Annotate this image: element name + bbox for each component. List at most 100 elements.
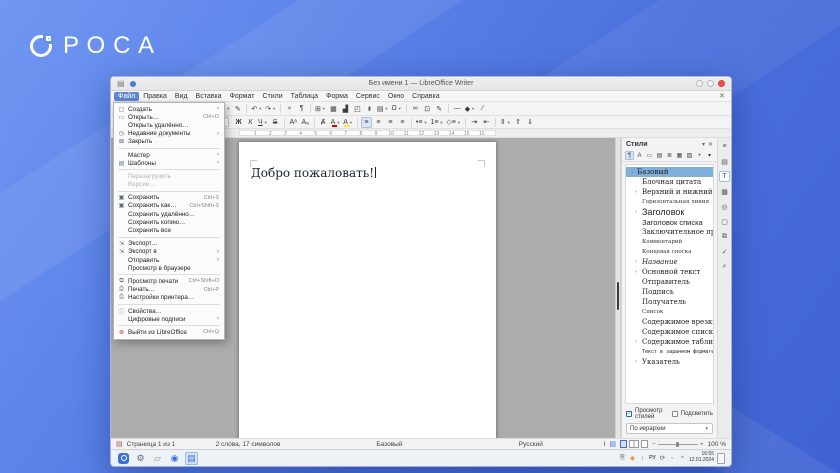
format-bold-icon[interactable]: Ж [233,117,244,128]
clipboard-tray-icon[interactable]: ⎘ [619,454,626,462]
zoom-slider[interactable]: − + [652,441,704,448]
styles-filter-select[interactable]: По иерархии ▼ [626,423,713,434]
document-text[interactable]: Добро пожаловать! [251,166,376,180]
file-menu-item-export-as[interactable]: ⇲Экспорт в› [114,248,224,256]
format-strikethrough-icon[interactable]: S [270,117,281,128]
file-menu-item-templates[interactable]: ▤Шаблоны› [114,159,224,167]
menu-Вид[interactable]: Вид [171,92,192,101]
toolbar-insert-comment-icon[interactable]: ⊡ [422,103,433,114]
zoom-level-label[interactable]: 100 % [708,441,726,448]
selection-mode-indicator[interactable]: I [604,441,606,448]
style-item[interactable]: ›Верхний и нижний колонтитулы [626,187,713,197]
expander-icon[interactable]: › [635,189,640,195]
style-item[interactable]: Содержимое врезки [626,317,713,327]
style-item[interactable]: ›Основной текст [626,267,713,277]
preview-checkbox[interactable]: ✓ [626,411,632,417]
zoom-thumb[interactable] [676,442,679,447]
updates-icon[interactable]: ↑ [639,455,646,462]
language-label[interactable]: Русский [462,441,599,448]
format-align-left-icon[interactable]: ≡ [361,117,372,128]
file-menu-item-open[interactable]: ▭Открыть…Ctrl+O [114,113,224,121]
toolbar-horizontal-line-icon[interactable]: — [452,103,463,114]
multi-page-view-icon[interactable] [629,440,639,448]
format-justify-icon[interactable]: ≡ [397,117,408,128]
file-menu-item-new[interactable]: ▢Создать› [114,105,224,113]
file-menu-item-print[interactable]: ⎙Печать…Ctrl+P [114,286,224,294]
minimize-button[interactable] [696,80,703,87]
security-shield-icon[interactable]: ◆ [629,454,636,462]
file-menu-item-properties[interactable]: ⓘСвойства… [114,307,224,315]
file-menu-item-export[interactable]: ⇲Экспорт… [114,240,224,248]
style-item[interactable]: Отправитель [626,277,713,287]
menu-Правка[interactable]: Правка [139,92,171,101]
expander-icon[interactable]: › [635,259,640,265]
toolbar-special-character-icon[interactable]: Ω▼ [390,103,402,114]
save-status-icon[interactable]: ▤ [609,440,616,448]
style-item[interactable]: ›Содержимое таблицы [626,337,713,347]
book-view-icon[interactable] [641,440,648,448]
format-unordered-list-icon[interactable]: •≡▼ [415,117,429,128]
toolbar-insert-image-icon[interactable]: ▦ [328,103,339,114]
style-item[interactable]: Концевая сноска [626,247,713,257]
close-button[interactable] [718,80,725,87]
file-manager-app-button[interactable]: ▱ [151,452,164,465]
style-item[interactable]: ›Указатель [626,357,713,367]
styles-actions-menu-icon[interactable]: ▾ [705,151,714,160]
sidebar-settings-icon[interactable]: ≡ [719,141,730,152]
menu-Вставка[interactable]: Вставка [192,92,226,101]
gallery-deck-icon[interactable]: ▦ [719,186,730,197]
file-menu-item-close[interactable]: ⊠Закрыть [114,138,224,146]
title-bar[interactable]: ▤ Без имени 1 — LibreOffice Writer [111,77,731,91]
toolbar-clone-formatting-icon[interactable]: ✎ [232,103,243,114]
file-menu-item-printer-settings[interactable]: ⎙Настройки принтера… [114,294,224,302]
page-count-label[interactable]: Страница 1 из 1 [127,441,176,448]
style-item[interactable]: ›Название [626,257,713,267]
toolbar-formatting-marks-icon[interactable]: ¶ [296,103,307,114]
format-decrease-indent-icon[interactable]: ⇤ [481,117,492,128]
zoom-out-icon[interactable]: − [652,441,656,448]
toolbar-find-replace-icon[interactable]: ⌕ [284,103,295,114]
format-line-spacing-icon[interactable]: ⇕▼ [499,117,512,128]
menu-Справка[interactable]: Справка [408,92,443,101]
file-menu-item-exit[interactable]: ⊗Выйти из LibreOfficeCtrl+Q [114,328,224,336]
properties-deck-icon[interactable]: ▤ [719,156,730,167]
menu-Стили[interactable]: Стили [258,92,286,101]
toolbar-redo-icon[interactable]: ↷▼ [264,103,277,114]
show-desktop-button[interactable] [717,453,725,464]
find-deck-icon[interactable]: ⌕ [719,261,730,272]
format-subscript-icon[interactable]: Aₐ [300,117,311,128]
file-menu-item-wizards[interactable]: Мастер› [114,151,224,159]
character-styles-icon[interactable]: A [635,151,644,160]
style-item[interactable]: Получатель [626,297,713,307]
paragraph-styles-icon[interactable]: ¶ [625,151,634,160]
menu-Сервис[interactable]: Сервис [352,92,384,101]
single-page-view-icon[interactable] [620,440,627,448]
style-item[interactable]: Заголовок списка [626,217,713,227]
file-menu-item-save-all[interactable]: Сохранить все [114,226,224,234]
frame-styles-icon[interactable]: ▭ [645,151,654,160]
style-item[interactable]: Комментарий [626,237,713,247]
fill-format-mode-icon[interactable]: ▨ [685,151,694,160]
toolbar-insert-textbox-icon[interactable]: ◰ [352,103,363,114]
menu-Таблица[interactable]: Таблица [287,92,322,101]
table-styles-icon[interactable]: ▦ [675,151,684,160]
browser-app-button[interactable]: ◉ [168,452,181,465]
toolbar-undo-icon[interactable]: ↶▼ [250,103,263,114]
expander-icon[interactable]: › [635,209,640,215]
toolbar-insert-hyperlink-icon[interactable]: ∞ [410,103,421,114]
style-item[interactable]: Заключительное приветствие [626,227,713,237]
file-menu-item-save-copy[interactable]: Сохранить копию… [114,218,224,226]
panel-menu-icon[interactable]: ▾ [702,141,705,148]
toolbar-basic-shapes-icon[interactable]: ◆▼ [464,103,476,114]
file-menu-item-save-remote[interactable]: Сохранить удалённо… [114,210,224,218]
zoom-in-icon[interactable]: + [700,441,704,448]
toolbar-page-break-icon[interactable]: ⇟ [364,103,375,114]
file-menu-item-digital-signatures[interactable]: Цифровые подписи› [114,315,224,323]
style-item[interactable]: ›Заголовок [626,207,713,217]
style-item[interactable]: Блочная цитата [626,177,713,187]
panel-close-icon[interactable]: ✕ [708,141,713,148]
document-page[interactable]: Добро пожаловать! [239,142,496,438]
accessibility-check-deck-icon[interactable]: ✓ [719,246,730,257]
format-outline-list-icon[interactable]: ◇≡▼ [445,117,461,128]
page-style-label[interactable]: Базовый [321,441,458,448]
